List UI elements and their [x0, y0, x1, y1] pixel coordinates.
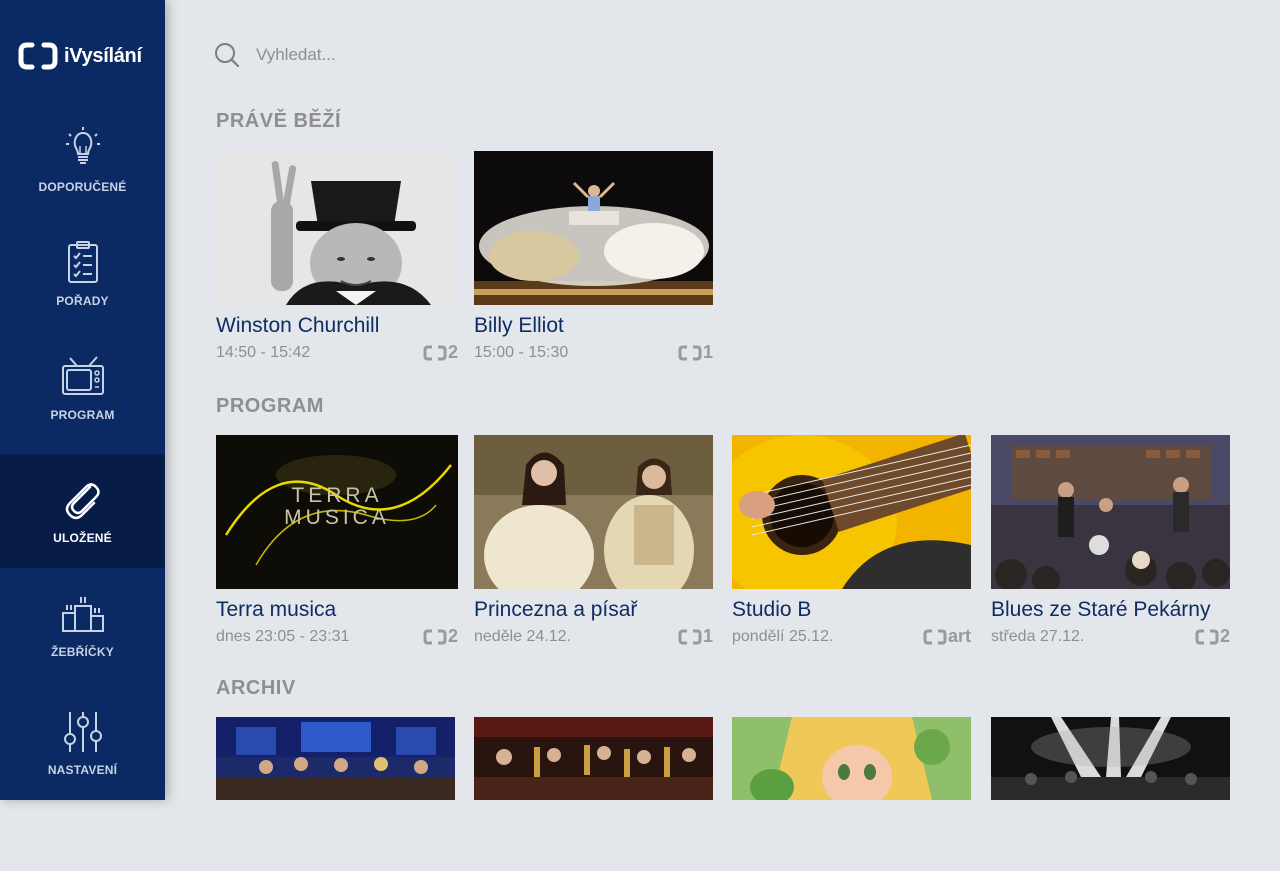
tv-icon — [61, 356, 104, 395]
nav-item-program[interactable]: PROGRAM — [0, 331, 165, 445]
sidebar: iVysílání DOPORUČENÉ POŘADY PROGRAM ULOŽ… — [0, 0, 165, 800]
card-meta: dnes 23:05 - 23:31 2 — [216, 626, 458, 647]
card-time: pondělí 25.12. — [732, 627, 834, 645]
program-card[interactable]: Winston Churchill 14:50 - 15:42 2 — [216, 151, 458, 363]
sliders-icon — [63, 712, 102, 752]
program-card[interactable]: Studio B pondělí 25.12. art — [732, 435, 971, 647]
card-title[interactable]: Winston Churchill — [216, 314, 458, 338]
program-card[interactable]: Princezna a písař neděle 24.12. 1 — [474, 435, 713, 647]
nav-label: ULOŽENÉ — [53, 531, 112, 545]
channel-badge: art — [923, 626, 971, 647]
channel-badge: 2 — [423, 626, 458, 647]
thumbnail[interactable] — [732, 435, 971, 589]
channel-badge: 2 — [1195, 626, 1230, 647]
app-title: iVysílání — [64, 44, 142, 67]
clipboard-icon — [67, 241, 98, 283]
section-title-now: PRÁVĚ BĚŽÍ — [216, 110, 342, 132]
thumbnail[interactable] — [216, 717, 455, 871]
channel-name: 1 — [702, 626, 713, 646]
ct-logo-icon — [923, 629, 947, 644]
card-title[interactable]: Blues ze Staré Pekárny — [991, 598, 1230, 622]
thumbnail[interactable] — [732, 717, 971, 871]
channel-name: 2 — [447, 342, 458, 362]
thumbnail[interactable] — [474, 717, 713, 871]
archive-card[interactable] — [216, 717, 455, 871]
nav-label: ŽEBŘÍČKY — [51, 645, 114, 659]
card-meta: 15:00 - 15:30 1 — [474, 342, 713, 363]
program-card[interactable]: Billy Elliot 15:00 - 15:30 1 — [474, 151, 713, 363]
card-title[interactable]: Billy Elliot — [474, 314, 713, 338]
card-time: 14:50 - 15:42 — [216, 343, 311, 361]
ct-logo-icon — [1195, 629, 1219, 644]
podium-icon — [61, 597, 104, 632]
ct-logo-icon — [18, 42, 58, 70]
program-card[interactable]: Blues ze Staré Pekárny středa 27.12. 2 — [991, 435, 1230, 647]
nav-item-doporucene[interactable]: DOPORUČENÉ — [0, 103, 165, 217]
card-time: středa 27.12. — [991, 627, 1085, 645]
section-title-program: PROGRAM — [216, 395, 324, 417]
channel-badge: 2 — [423, 342, 458, 363]
card-title[interactable]: Princezna a písař — [474, 598, 713, 622]
nav-label: DOPORUČENÉ — [38, 180, 127, 194]
nav-label: PROGRAM — [50, 408, 115, 422]
nav-item-ulozene[interactable]: ULOŽENÉ — [0, 454, 165, 568]
search-bar — [214, 42, 558, 68]
card-title[interactable]: Studio B — [732, 598, 971, 622]
thumbnail[interactable] — [474, 435, 713, 589]
card-meta: 14:50 - 15:42 2 — [216, 342, 458, 363]
thumbnail[interactable] — [991, 435, 1230, 589]
ct-logo-icon — [423, 345, 447, 360]
thumbnail[interactable] — [991, 717, 1230, 871]
channel-badge: 1 — [678, 626, 713, 647]
card-title[interactable]: Terra musica — [216, 598, 458, 622]
nav-item-zebricky[interactable]: ŽEBŘÍČKY — [0, 568, 165, 682]
thumbnail[interactable]: TERRA MUSICA — [216, 435, 458, 589]
thumbnail-text-line: TERRA — [291, 484, 383, 507]
channel-name: 2 — [447, 626, 458, 646]
search-input[interactable] — [254, 44, 558, 66]
nav-label: NASTAVENÍ — [47, 763, 118, 777]
nav-item-porady[interactable]: POŘADY — [0, 217, 165, 331]
thumbnail[interactable] — [474, 151, 713, 305]
archive-card[interactable] — [991, 717, 1230, 871]
ct-logo-icon — [678, 629, 702, 644]
program-card[interactable]: TERRA MUSICA Terra musica dnes 23:05 - 2… — [216, 435, 458, 647]
card-time: neděle 24.12. — [474, 627, 571, 645]
channel-name: 2 — [1219, 626, 1230, 646]
card-meta: středa 27.12. 2 — [991, 626, 1230, 647]
channel-name: 1 — [702, 342, 713, 362]
card-time: 15:00 - 15:30 — [474, 343, 569, 361]
channel-name: art — [947, 626, 971, 646]
nav-item-nastaveni[interactable]: NASTAVENÍ — [0, 686, 165, 800]
search-icon[interactable] — [214, 42, 240, 68]
lightbulb-icon — [65, 127, 100, 164]
card-meta: pondělí 25.12. art — [732, 626, 971, 647]
paperclip-icon — [65, 483, 100, 520]
thumbnail-text: TERRA MUSICA — [216, 485, 458, 529]
thumbnail[interactable] — [216, 151, 458, 305]
nav-label: POŘADY — [56, 294, 109, 308]
archive-card[interactable] — [474, 717, 713, 871]
ct-logo-icon — [678, 345, 702, 360]
card-meta: neděle 24.12. 1 — [474, 626, 713, 647]
section-title-archive: ARCHIV — [216, 677, 296, 699]
archive-card[interactable] — [732, 717, 971, 871]
channel-badge: 1 — [678, 342, 713, 363]
app-logo[interactable]: iVysílání — [18, 42, 142, 70]
thumbnail-text-line: MUSICA — [284, 506, 390, 529]
ct-logo-icon — [423, 629, 447, 644]
card-time: dnes 23:05 - 23:31 — [216, 627, 350, 645]
